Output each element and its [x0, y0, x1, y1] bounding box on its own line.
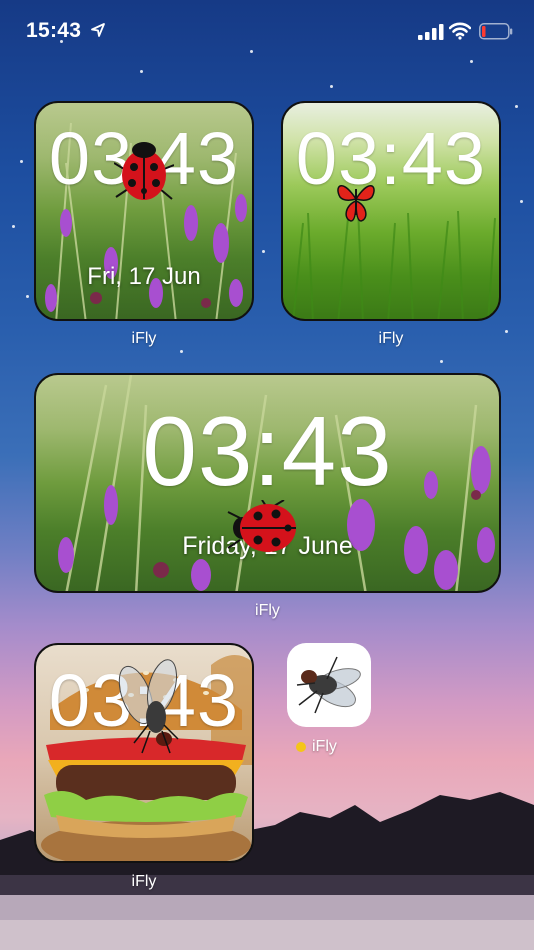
star [440, 360, 443, 363]
app-icon-ifly[interactable] [287, 643, 371, 727]
fly-icon [296, 656, 361, 714]
star [180, 350, 183, 353]
widget-label: iFly [255, 602, 280, 619]
star [520, 200, 523, 203]
status-time: 15:43 [26, 19, 82, 42]
widget-burger-clock[interactable]: 03:43 [34, 643, 254, 863]
app-label: iFly [312, 738, 337, 755]
widget-label: iFly [131, 873, 157, 890]
widget-clock-time: 03:43 [142, 396, 393, 506]
widget-label: iFly [131, 330, 157, 347]
star [140, 70, 143, 73]
widget-clock-time: 03:43 [295, 117, 487, 200]
ladybug-icon [114, 142, 174, 200]
widget-label: iFly [378, 330, 404, 347]
widget-meadow-clock[interactable]: 03:43 Friday, 17 June [34, 373, 501, 593]
star [12, 225, 15, 228]
star [515, 105, 518, 108]
star [330, 85, 333, 88]
widget-butterfly-clock[interactable]: 03:43 [281, 101, 501, 321]
app-update-dot [296, 742, 306, 752]
star [262, 250, 265, 253]
ladybug-icon [227, 500, 296, 552]
wifi-icon [449, 22, 471, 40]
widget-ladybug-clock[interactable]: 03:43 Fri, 17 Jun [34, 101, 254, 321]
status-bar: 15:43 [0, 0, 534, 64]
butterfly-icon [337, 185, 375, 222]
fly-icon [118, 659, 179, 754]
star [505, 330, 508, 333]
star [20, 160, 23, 163]
cellular-signal-icon [418, 24, 444, 40]
star [26, 295, 29, 298]
battery-low-icon [479, 23, 513, 40]
widget-date: Fri, 17 Jun [87, 263, 201, 290]
location-arrow-icon [91, 23, 105, 37]
